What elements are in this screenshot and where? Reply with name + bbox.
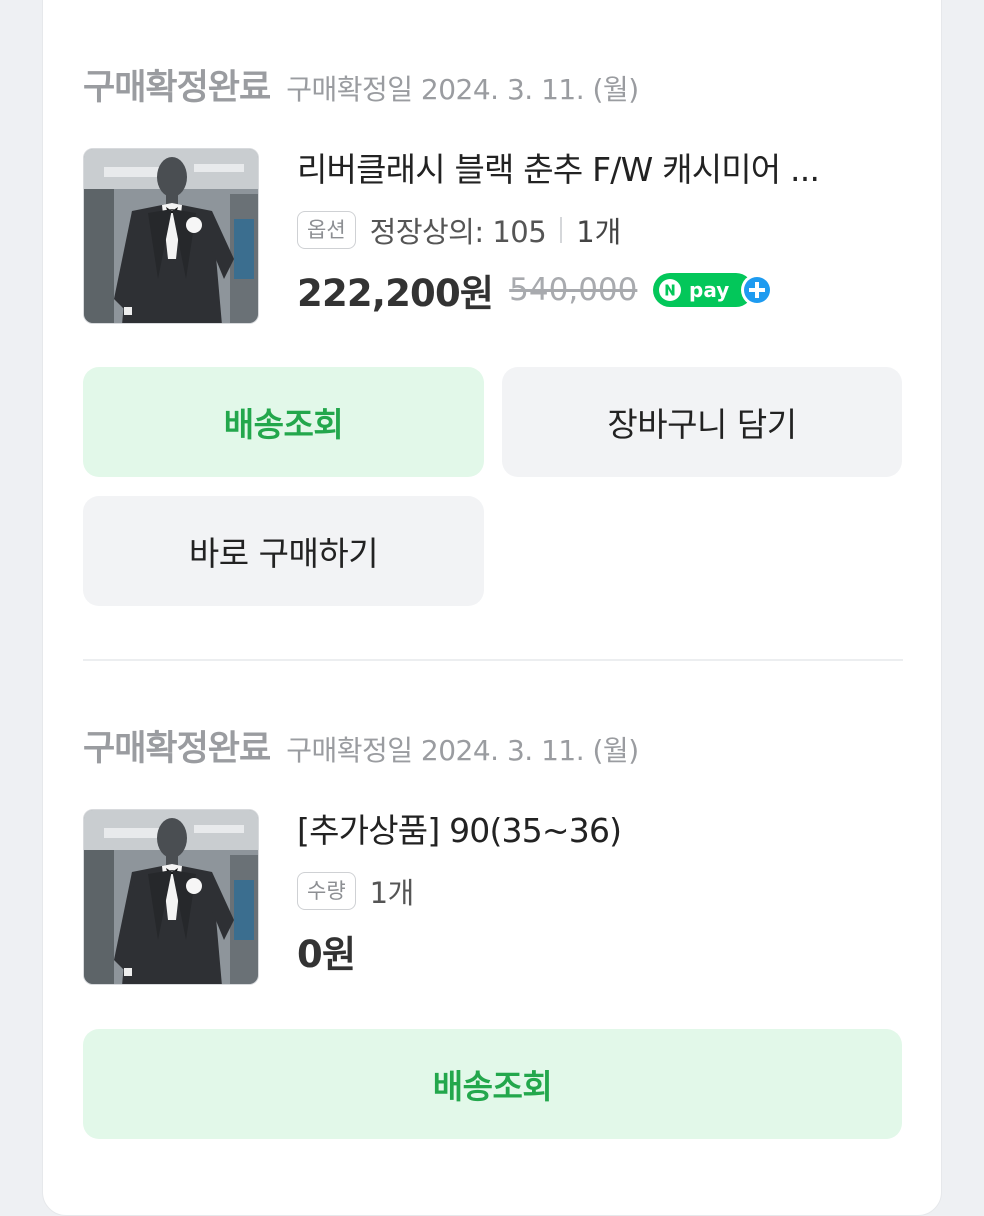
option-tag: 옵션 (297, 211, 356, 249)
sale-price: 222,200원 (297, 272, 494, 315)
confirm-date: 구매확정일 2024. 3. 11. (월) (286, 734, 639, 767)
product-info: 리버클래시 블랙 춘추 F/W 캐시미어 ... 옵션 정장상의: 105 1개… (297, 148, 907, 315)
order-status: 구매확정완료 (83, 729, 271, 769)
price-row: 222,200원 540,000 pay (297, 266, 907, 315)
original-price: 540,000 (509, 272, 638, 308)
quantity: 1개 (576, 215, 622, 249)
order-status: 구매확정완료 (83, 68, 271, 108)
buy-now-button[interactable]: 바로 구매하기 (83, 496, 484, 606)
product-name[interactable]: 리버클래시 블랙 춘추 F/W 캐시미어 ... (297, 148, 907, 192)
option-row: 수량 1개 (297, 869, 907, 913)
product-thumbnail[interactable] (83, 809, 259, 985)
quantity: 1개 (369, 876, 415, 910)
divider (560, 217, 563, 243)
option-value: 정장상의: 105 (369, 215, 547, 249)
order-item-2: 구매확정완료 구매확정일 2024. 3. 11. (월) [추가상품] 90(… (83, 720, 903, 985)
status-row: 구매확정완료 구매확정일 2024. 3. 11. (월) (83, 59, 903, 110)
price-row: 0원 (297, 927, 907, 976)
confirm-date: 구매확정일 2024. 3. 11. (월) (286, 73, 639, 106)
npay-logo: pay (653, 273, 774, 307)
section-divider (83, 659, 903, 661)
quantity-tag: 수량 (297, 872, 356, 910)
shipping-tracking-button[interactable]: 배송조회 (83, 1029, 902, 1139)
npay-text: pay (689, 278, 729, 302)
product-row[interactable]: [추가상품] 90(35~36) 수량 1개 0원 (83, 809, 903, 985)
order-item-1: 구매확정완료 구매확정일 2024. 3. 11. (월) 리버클래시 블랙 춘… (83, 59, 903, 324)
add-to-cart-button[interactable]: 장바구니 담기 (502, 367, 902, 477)
product-info: [추가상품] 90(35~36) 수량 1개 0원 (297, 809, 907, 976)
status-row: 구매확정완료 구매확정일 2024. 3. 11. (월) (83, 720, 903, 771)
npay-plus-badge: pay (653, 273, 775, 307)
sale-price: 0원 (297, 933, 356, 976)
option-row: 옵션 정장상의: 105 1개 (297, 208, 907, 252)
order-history-card: 구매확정완료 구매확정일 2024. 3. 11. (월) 리버클래시 블랙 춘… (42, 0, 942, 1216)
shipping-tracking-button[interactable]: 배송조회 (83, 367, 484, 477)
product-row[interactable]: 리버클래시 블랙 춘추 F/W 캐시미어 ... 옵션 정장상의: 105 1개… (83, 148, 903, 324)
product-thumbnail[interactable] (83, 148, 259, 324)
product-name[interactable]: [추가상품] 90(35~36) (297, 809, 907, 853)
